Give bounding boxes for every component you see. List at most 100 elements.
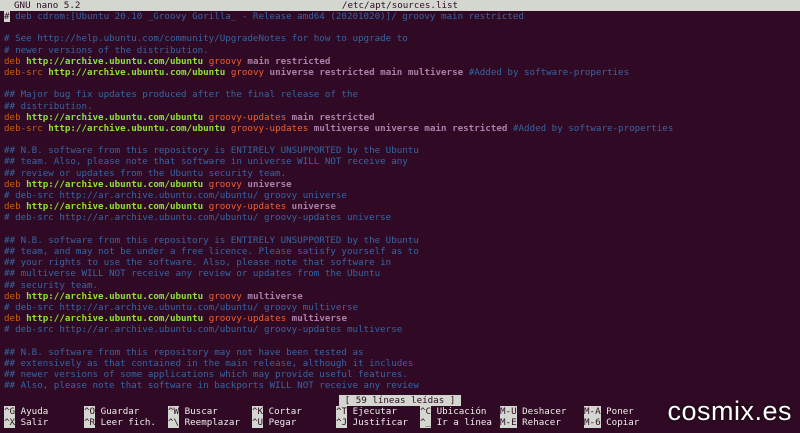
line-segment: deb-src xyxy=(4,122,49,134)
editor-area[interactable]: # deb cdrom:[Ubuntu 20.10 _Groovy Gorill… xyxy=(4,11,794,393)
shortcut-rehacer[interactable]: M-E Rehacer xyxy=(500,417,561,428)
file-path: /etc/apt/sources.list xyxy=(341,0,459,11)
line-segment: deb-src xyxy=(4,66,49,78)
line-segment: multiverse universe main restricted xyxy=(313,122,513,134)
editor-line[interactable]: ## Also, please note that software in ba… xyxy=(4,380,794,391)
line-segment: ## N.B. software from this repository ma… xyxy=(4,346,364,358)
shortcut-label: Ejecutar xyxy=(347,406,397,417)
shortcut-label: Leer fich. xyxy=(95,417,156,428)
editor-line[interactable]: deb http://archive.ubuntu.com/ubuntu gro… xyxy=(4,179,794,190)
editor-line[interactable]: ## security team. xyxy=(4,280,794,291)
line-segment: ## team. Also, please note that software… xyxy=(4,156,408,168)
shortcut-ir-a-línea[interactable]: ^_ Ir a línea xyxy=(420,417,492,428)
shortcut-copiar[interactable]: M-6 Copiar xyxy=(584,417,639,428)
editor-line[interactable]: deb http://archive.ubuntu.com/ubuntu gro… xyxy=(4,56,794,67)
editor-line[interactable]: # deb-src http://ar.archive.ubuntu.com/u… xyxy=(4,324,794,335)
editor-line[interactable]: ## team. Also, please note that software… xyxy=(4,156,794,167)
editor-line[interactable]: # deb-src http://ar.archive.ubuntu.com/u… xyxy=(4,212,794,223)
line-segment: ## your rights to use the software. Also… xyxy=(4,257,392,269)
line-segment: http://archive.ubuntu.com/ubuntu xyxy=(26,201,209,213)
line-segment: universe xyxy=(291,201,336,213)
line-segment: #Added by software-properties xyxy=(468,66,630,78)
line-segment: # deb-src http://ar.archive.ubuntu.com/u… xyxy=(4,301,359,313)
line-segment: ## team, and may not be under a free lic… xyxy=(4,245,419,257)
line-segment: multiverse xyxy=(291,313,347,325)
shortcut-ayuda[interactable]: ^G Ayuda xyxy=(4,406,48,417)
shortcut-label: Salir xyxy=(15,417,49,428)
line-segment: ## security team. xyxy=(4,279,99,291)
shortcut-deshacer[interactable]: M-U Deshacer xyxy=(500,406,566,417)
editor-line[interactable] xyxy=(4,335,794,346)
editor-line[interactable]: deb http://archive.ubuntu.com/ubuntu gro… xyxy=(4,313,794,324)
line-segment: groovy xyxy=(208,178,248,190)
shortcut-key: M-E xyxy=(500,417,517,428)
editor-line[interactable]: deb http://archive.ubuntu.com/ubuntu gro… xyxy=(4,112,794,123)
line-segment: deb xyxy=(4,178,27,190)
line-segment: universe xyxy=(247,178,292,190)
shortcut-guardar[interactable]: ^O Guardar xyxy=(84,406,139,417)
editor-line[interactable]: ## Major bug fix updates produced after … xyxy=(4,89,794,100)
line-segment: main restricted xyxy=(291,111,375,123)
shortcut-salir[interactable]: ^X Salir xyxy=(4,417,48,428)
editor-line[interactable]: # deb-src http://ar.archive.ubuntu.com/u… xyxy=(4,190,794,201)
line-segment: universe restricted main multiverse xyxy=(269,66,469,78)
editor-line[interactable]: ## N.B. software from this repository is… xyxy=(4,145,794,156)
editor-line[interactable]: deb http://archive.ubuntu.com/ubuntu gro… xyxy=(4,201,794,212)
editor-line[interactable]: ## N.B. software from this repository is… xyxy=(4,235,794,246)
editor-line[interactable]: ## your rights to use the software. Also… xyxy=(4,257,794,268)
editor-line[interactable] xyxy=(4,134,794,145)
shortcut-reemplazar[interactable]: ^\ Reemplazar xyxy=(168,417,240,428)
line-segment: # newer versions of the distribution. xyxy=(4,44,209,56)
shortcut-buscar[interactable]: ^W Buscar xyxy=(168,406,218,417)
shortcut-ubicación[interactable]: ^C Ubicación xyxy=(420,406,486,417)
shortcut-cortar[interactable]: ^K Cortar xyxy=(252,406,302,417)
shortcut-ejecutar[interactable]: ^T Ejecutar xyxy=(336,406,397,417)
editor-line[interactable]: # newer versions of the distribution. xyxy=(4,45,794,56)
line-segment: groovy xyxy=(208,290,248,302)
shortcut-key: ^\ xyxy=(168,417,180,428)
shortcut-key: ^O xyxy=(84,406,96,417)
shortcut-key: M-A xyxy=(584,406,601,417)
shortcut-key: ^_ xyxy=(420,417,432,428)
shortcut-key: M-U xyxy=(500,406,517,417)
editor-line[interactable]: ## newer versions of some applications w… xyxy=(4,369,794,380)
line-segment: deb xyxy=(4,201,27,213)
line-segment: # deb-src http://ar.archive.ubuntu.com/u… xyxy=(4,190,347,201)
editor-line[interactable] xyxy=(4,78,794,89)
editor-line[interactable]: deb-src http://archive.ubuntu.com/ubuntu… xyxy=(4,67,794,78)
editor-line[interactable]: ## distribution. xyxy=(4,101,794,112)
editor-line[interactable]: ## extensively as that contained in the … xyxy=(4,358,794,369)
shortcut-label: Buscar xyxy=(179,406,218,417)
editor-line[interactable]: # deb-src http://ar.archive.ubuntu.com/u… xyxy=(4,302,794,313)
shortcut-pegar[interactable]: ^U Pegar xyxy=(252,417,296,428)
shortcut-label: Guardar xyxy=(95,406,140,417)
editor-line[interactable]: deb-src http://archive.ubuntu.com/ubuntu… xyxy=(4,123,794,134)
shortcut-label: Justificar xyxy=(347,417,408,428)
line-segment: http://archive.ubuntu.com/ubuntu xyxy=(26,290,209,302)
line-segment: ## N.B. software from this repository is… xyxy=(4,234,419,246)
editor-line[interactable]: # deb cdrom:[Ubuntu 20.10 _Groovy Gorill… xyxy=(4,11,794,22)
editor-line[interactable]: ## N.B. software from this repository ma… xyxy=(4,347,794,358)
editor-line[interactable] xyxy=(4,224,794,235)
shortcut-key: M-6 xyxy=(584,417,601,428)
shortcut-key: ^C xyxy=(420,406,432,417)
shortcut-label: Poner xyxy=(600,406,634,417)
editor-line[interactable] xyxy=(4,22,794,33)
shortcut-leer-fich-[interactable]: ^R Leer fich. xyxy=(84,417,156,428)
line-segment: ## distribution. xyxy=(4,100,93,112)
line-segment: multiverse xyxy=(247,290,303,302)
line-segment: ## extensively as that contained in the … xyxy=(4,357,414,369)
shortcut-justificar[interactable]: ^J Justificar xyxy=(336,417,408,428)
editor-line[interactable]: ## multiverse WILL NOT receive any revie… xyxy=(4,268,794,279)
editor-line[interactable]: deb http://archive.ubuntu.com/ubuntu gro… xyxy=(4,291,794,302)
line-segment: http://archive.ubuntu.com/ubuntu xyxy=(26,178,209,190)
editor-line[interactable]: ## review or updates from the Ubuntu sec… xyxy=(4,168,794,179)
shortcut-key: ^G xyxy=(4,406,16,417)
line-segment: ## N.B. software from this repository is… xyxy=(4,145,419,157)
shortcut-poner[interactable]: M-A Poner xyxy=(584,406,634,417)
line-segment: deb xyxy=(4,55,27,67)
line-segment: http://archive.ubuntu.com/ubuntu xyxy=(48,122,231,134)
editor-line[interactable]: # See http://help.ubuntu.com/community/U… xyxy=(4,33,794,44)
editor-line[interactable]: ## team, and may not be under a free lic… xyxy=(4,246,794,257)
line-segment: deb xyxy=(4,313,27,325)
